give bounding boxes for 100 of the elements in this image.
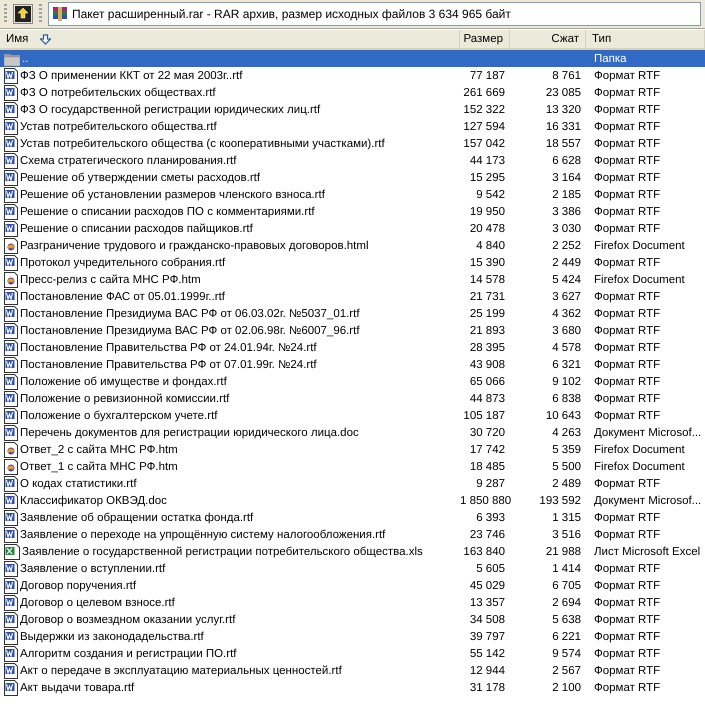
file-type: Формат RTF — [594, 664, 660, 676]
file-name: Акт выдачи товара.rtf — [20, 682, 134, 694]
file-type: Формат RTF — [594, 528, 660, 540]
file-type: Firefox Document — [594, 444, 685, 456]
file-type: Firefox Document — [594, 460, 685, 472]
file-row[interactable]: .. Папка — [0, 50, 705, 67]
file-row[interactable]: Решение об установлении размеров членского взноса.rtf 9 542 2 185 Формат RTF — [0, 186, 705, 203]
file-row[interactable]: ФЗ О государственной регистрации юридических лиц.rtf 152 322 13 320 Формат RTF — [0, 101, 705, 118]
document-icon — [4, 560, 18, 576]
file-row[interactable]: Заявление о государственной регистрации потребительского общества.xls 163 840 21 988 Лист Microsoft Excel — [0, 543, 705, 560]
file-size: 44 173 — [470, 154, 505, 166]
file-row[interactable]: Решение о списании расходов пайщиков.rtf 20 478 3 030 Формат RTF — [0, 220, 705, 237]
file-row[interactable]: Акт выдачи товара.rtf 31 178 2 100 Формат RTF — [0, 679, 705, 696]
file-row[interactable]: Постановление Президиума ВАС РФ от 02.06.98г. №6007_96.rtf 21 893 3 680 Формат RTF — [0, 322, 705, 339]
document-icon — [4, 612, 18, 628]
file-row[interactable]: Ответ_1 с сайта МНС РФ.htm 18 485 5 500 Firefox Document — [0, 458, 705, 475]
column-header[interactable]: Сжат — [510, 30, 586, 48]
file-type: Лист Microsoft Excel — [594, 546, 700, 558]
file-row[interactable]: Классификатор ОКВЭД.doc 1 850 880 193 592 Документ Microsof... — [0, 492, 705, 509]
file-row[interactable]: Постановление ФАС от 05.01.1999г..rtf 21 731 3 627 Формат RTF — [0, 288, 705, 305]
file-row[interactable]: Алгоритм создания и регистрации ПО.rtf 55 142 9 574 Формат RTF — [0, 645, 705, 662]
file-name: Классификатор ОКВЭД.doc — [20, 494, 167, 506]
file-size: 28 395 — [470, 342, 505, 354]
document-icon — [4, 408, 18, 424]
column-header[interactable]: Размер — [460, 30, 510, 48]
file-size: 21 893 — [470, 324, 505, 336]
document-icon — [4, 306, 18, 322]
file-row[interactable]: Положение о бухгалтерском учете.rtf 105 187 10 643 Формат RTF — [0, 407, 705, 424]
file-name: Разграничение трудового и гражданско-правовых договоров.html — [20, 240, 369, 252]
packed-size: 4 578 — [552, 342, 581, 354]
file-row[interactable]: Решение о списании расходов ПО с комментариями.rtf 19 950 3 386 Формат RTF — [0, 203, 705, 220]
file-row[interactable]: Перечень документов для регистрации юридического лица.doc 30 720 4 263 Документ Microsof... — [0, 424, 705, 441]
column-header[interactable]: Имя — [0, 30, 460, 48]
file-row[interactable]: Заявление о вступлении.rtf 5 605 1 414 Формат RTF — [0, 560, 705, 577]
document-icon — [4, 680, 18, 696]
file-type: Формат RTF — [594, 154, 660, 166]
file-row[interactable]: Договор поручения.rtf 45 029 6 705 Формат RTF — [0, 577, 705, 594]
file-row[interactable]: Схема стратегического планирования.rtf 44 173 6 628 Формат RTF — [0, 152, 705, 169]
file-size: 157 042 — [463, 138, 505, 150]
file-type: Формат RTF — [594, 410, 660, 422]
document-icon — [4, 646, 18, 662]
file-row[interactable]: Устав потребительского общества (с кооперативными участками).rtf 157 042 18 557 Формат RTF — [0, 135, 705, 152]
file-size: 127 594 — [463, 120, 505, 132]
file-name: .. — [22, 52, 28, 64]
file-size: 30 720 — [470, 426, 505, 438]
file-type: Формат RTF — [594, 580, 660, 592]
file-name: Решение о списании расходов пайщиков.rtf — [20, 222, 253, 234]
web-page-icon — [4, 272, 18, 288]
file-row[interactable]: Заявление о переходе на упрощённую систему налогообложения.rtf 23 746 3 516 Формат RTF — [0, 526, 705, 543]
file-size: 31 178 — [470, 682, 505, 694]
document-icon — [4, 424, 18, 440]
file-row[interactable]: Устав потребительского общества.rtf 127 594 16 331 Формат RTF — [0, 118, 705, 135]
document-icon — [4, 288, 18, 304]
file-size: 261 669 — [463, 86, 505, 98]
file-row[interactable]: Договор о возмездном оказании услуг.rtf 34 508 5 638 Формат RTF — [0, 611, 705, 628]
file-row[interactable]: ФЗ О потребительских обществах.rtf 261 669 23 085 Формат RTF — [0, 84, 705, 101]
document-icon — [4, 136, 18, 152]
packed-size: 2 489 — [552, 478, 581, 490]
document-icon — [4, 322, 18, 338]
packed-size: 3 030 — [552, 222, 581, 234]
file-row[interactable]: Разграничение трудового и гражданско-правовых договоров.html 4 840 2 252 Firefox Document — [0, 237, 705, 254]
file-row[interactable]: Протокол учредительного собрания.rtf 15 390 2 449 Формат RTF — [0, 254, 705, 271]
file-row[interactable]: Пресс-релиз с сайта МНС РФ.htm 14 578 5 424 Firefox Document — [0, 271, 705, 288]
file-row[interactable]: Положение о ревизионной комиссии.rtf 44 873 6 838 Формат RTF — [0, 390, 705, 407]
file-row[interactable]: Постановление Правительства РФ от 24.01.94г. №24.rtf 28 395 4 578 Формат RTF — [0, 339, 705, 356]
document-icon — [4, 220, 18, 236]
file-type: Формат RTF — [594, 70, 660, 82]
file-name: Постановление Президиума ВАС РФ от 02.06.98г. №6007_96.rtf — [20, 324, 360, 336]
up-folder-button[interactable] — [13, 4, 33, 24]
column-header[interactable]: Тип — [586, 30, 705, 48]
document-icon — [4, 578, 18, 594]
packed-size: 2 100 — [552, 682, 581, 694]
file-type: Формат RTF — [594, 392, 660, 404]
document-icon — [4, 170, 18, 186]
file-row[interactable]: Выдержки из законодадельства.rtf 39 797 6 221 Формат RTF — [0, 628, 705, 645]
file-row[interactable]: Постановление Правительства РФ от 07.01.99г. №24.rtf 43 908 6 321 Формат RTF — [0, 356, 705, 373]
file-row[interactable]: Акт о передаче в эксплуатацию материальных ценностей.rtf 12 944 2 567 Формат RTF — [0, 662, 705, 679]
file-size: 25 199 — [470, 308, 505, 320]
file-row[interactable]: ФЗ О применении ККТ от 22 мая 2003г..rtf 77 187 8 761 Формат RTF — [0, 67, 705, 84]
file-row[interactable]: Ответ_2 с сайта МНС РФ.htm 17 742 5 359 Firefox Document — [0, 441, 705, 458]
file-size: 152 322 — [463, 104, 505, 116]
packed-size: 1 414 — [552, 562, 581, 574]
file-name: Положение об имуществе и фондах.rtf — [20, 376, 227, 388]
file-name: Решение об установлении размеров членского взноса.rtf — [20, 188, 325, 200]
file-size: 163 840 — [463, 546, 505, 558]
file-row[interactable]: Договор о целевом взносе.rtf 13 357 2 694 Формат RTF — [0, 594, 705, 611]
file-name: Протокол учредительного собрания.rtf — [20, 256, 226, 268]
packed-size: 4 263 — [552, 426, 581, 438]
file-size: 15 295 — [470, 172, 505, 184]
document-icon — [4, 662, 18, 678]
file-name: Устав потребительского общества.rtf — [20, 120, 217, 132]
address-field[interactable]: Пакет расширенный.rar - RAR архив, размер исходных файлов 3 634 965 байт — [48, 2, 701, 26]
file-row[interactable]: Решение об утверждении сметы расходов.rtf 15 295 3 164 Формат RTF — [0, 169, 705, 186]
file-row[interactable]: Заявление об обращении остатка фонда.rtf 6 393 1 315 Формат RTF — [0, 509, 705, 526]
document-icon — [4, 628, 18, 644]
packed-size: 3 680 — [552, 324, 581, 336]
file-row[interactable]: Постановление Президиума ВАС РФ от 06.03.02г. №5037_01.rtf 25 199 4 362 Формат RTF — [0, 305, 705, 322]
packed-size: 5 359 — [552, 444, 581, 456]
file-row[interactable]: Положение об имуществе и фондах.rtf 65 066 9 102 Формат RTF — [0, 373, 705, 390]
file-row[interactable]: О кодах статистики.rtf 9 287 2 489 Формат RTF — [0, 475, 705, 492]
